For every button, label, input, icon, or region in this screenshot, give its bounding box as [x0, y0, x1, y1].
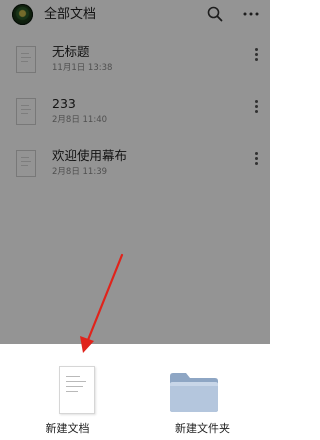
folder-icon: [170, 373, 218, 412]
new-document-button[interactable]: 新建文档: [0, 344, 135, 440]
app-screen: 全部文档 无标题 11月1日 13:38 233 2月8日 11:40 欢迎使用…: [0, 0, 270, 440]
new-folder-button[interactable]: 新建文件夹: [135, 344, 270, 440]
new-folder-label: 新建文件夹: [175, 422, 230, 435]
new-item-sheet: 新建文档 新建文件夹: [0, 344, 270, 440]
new-document-icon: [59, 366, 95, 414]
new-document-label: 新建文档: [45, 422, 90, 435]
dim-overlay[interactable]: [0, 0, 270, 344]
